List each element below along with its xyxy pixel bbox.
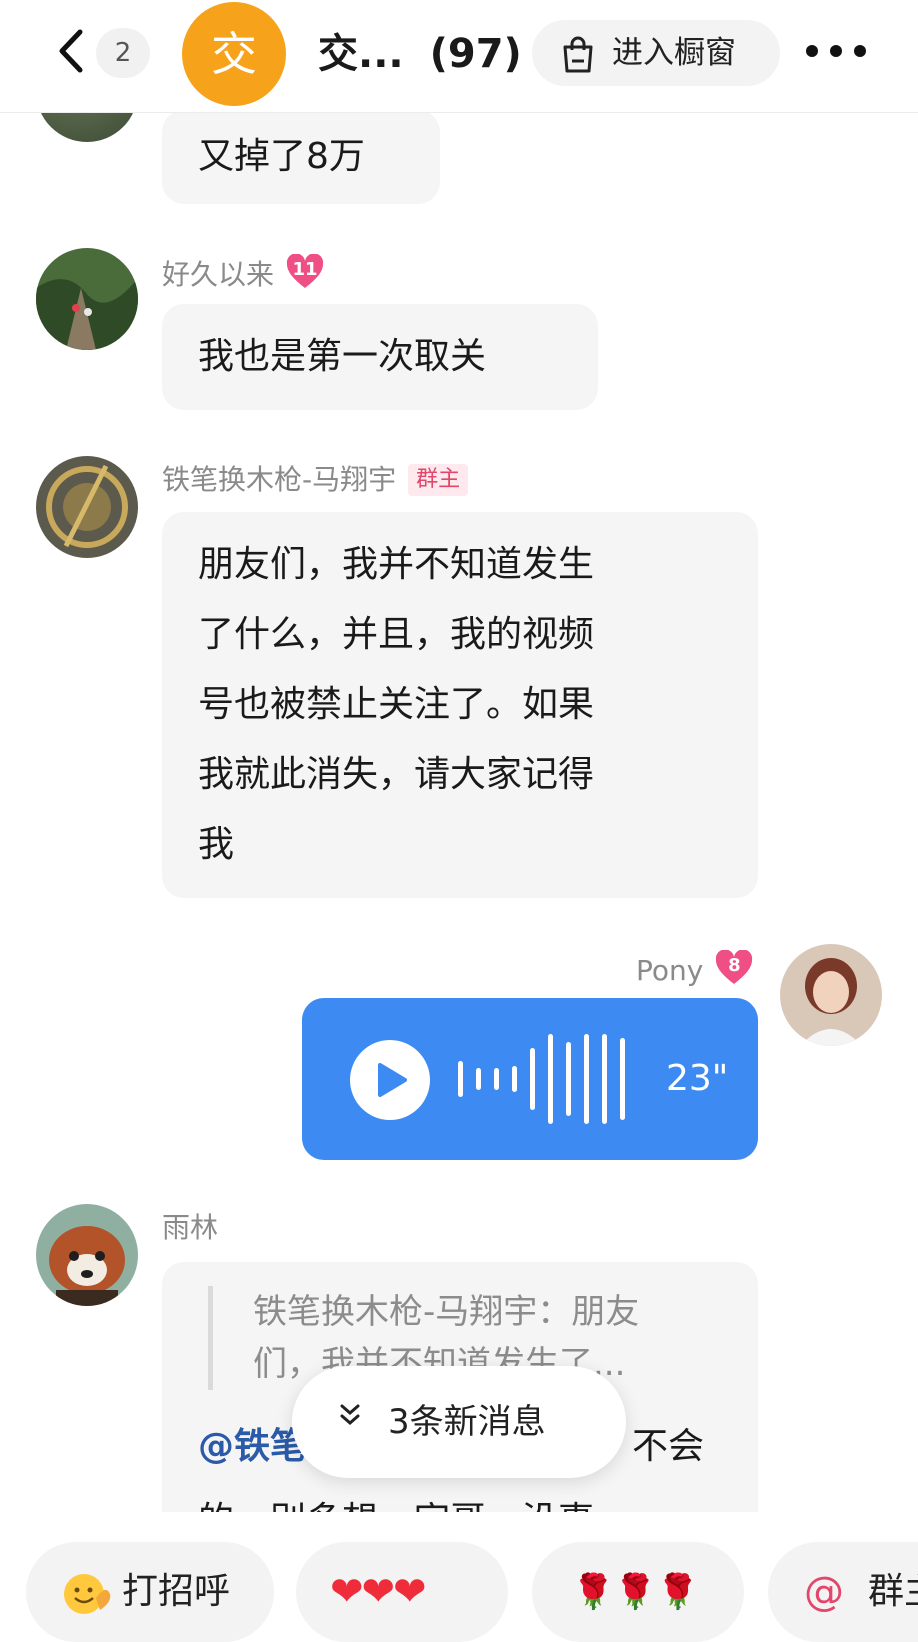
voice-waveform [458,1034,638,1124]
message-text: 我也是第一次取关 [198,336,487,377]
mention[interactable]: @铁笔 [198,1426,306,1467]
group-name: 交... [318,31,404,77]
avatar-image [36,456,138,558]
quote-line: 铁笔换木枪-马翔宇：朋友 [253,1292,640,1332]
avatar[interactable] [36,1204,138,1306]
quick-reply-label: 🌹🌹🌹 [572,1572,700,1612]
voice-duration: 23" [666,1058,729,1099]
new-messages-button[interactable]: 3条新消息 [292,1366,626,1478]
member-count: (97) [429,31,522,77]
group-owner-tag: 群主 [408,464,469,496]
reply-line-2: 的，别多想，宇哥，没事 [198,1486,594,1512]
reply-tail: 不会 [632,1426,705,1467]
avatar[interactable] [36,456,138,558]
group-avatar[interactable]: 交 [182,2,286,106]
unread-count-badge[interactable]: 2 [96,28,150,78]
at-icon: @ [804,1569,844,1615]
message-line: 我就此消失，请大家记得 [198,754,595,795]
quick-reply-label: ❤❤❤ [330,1569,427,1615]
enter-showcase-label: 进入橱窗 [612,35,736,71]
message-line: 号也被禁止关注了。如果 [198,684,595,725]
chat-header: 2 交 交... (97) 进入橱窗 [0,0,918,113]
chevron-down-icon [340,1404,360,1425]
sender-name[interactable]: Pony [636,954,703,987]
message-line: 朋友们，我并不知道发生 [198,544,595,585]
quick-reply-greet[interactable]: 打招呼 [26,1542,274,1642]
level-number: 8 [728,955,741,976]
avatar-image [36,248,138,350]
new-messages-label: 3条新消息 [388,1402,546,1442]
quick-reply-hearts[interactable]: ❤❤❤ [296,1542,508,1642]
avatar-image [780,944,882,1046]
quick-reply-label: 打招呼 [122,1571,231,1612]
level-heart-badge: 8 [715,949,753,986]
sender-name-row: 雨林 [162,1210,218,1246]
group-title[interactable]: 交... (97) [318,26,522,82]
sender-name[interactable]: 铁笔换木枪-马翔宇 [162,463,396,496]
avatar[interactable] [36,248,138,350]
quick-reply-label: 群主 [868,1571,918,1612]
avatar[interactable] [780,944,882,1046]
more-dots-icon[interactable] [804,36,868,66]
voice-message-bubble[interactable]: 23" [302,998,758,1160]
message-bubble[interactable]: 朋友们，我并不知道发生 了什么，并且，我的视频 号也被禁止关注了。如果 我就此消… [162,512,758,898]
quick-reply-roses[interactable]: 🌹🌹🌹 [532,1542,744,1642]
sender-name-row: 铁笔换木枪-马翔宇 群主 [162,462,469,498]
sender-name[interactable]: 好久以来 [162,258,274,291]
sender-name-row: Pony 8 [636,949,753,989]
back-chevron-icon[interactable] [52,26,92,76]
enter-showcase-button[interactable]: 进入橱窗 [532,20,780,86]
message-bubble[interactable]: 又掉了8万 [162,110,440,204]
avatar-image [36,1204,138,1306]
message-bubble[interactable]: 我也是第一次取关 [162,304,598,410]
message-line: 我 [198,824,235,865]
quick-reply-mention-owner[interactable]: @ 群主 [768,1542,918,1642]
message-line: 了什么，并且，我的视频 [198,614,595,655]
wave-hand-icon [64,1574,111,1614]
level-number: 11 [292,259,318,280]
play-icon[interactable] [350,1040,430,1120]
sender-name-row: 好久以来 11 [162,253,324,293]
shop-bag-icon [563,36,593,73]
sender-name[interactable]: 雨林 [162,1211,218,1244]
quick-reply-bar: 打招呼 ❤❤❤ 🌹🌹🌹 @ 群主 [0,1512,918,1642]
level-heart-badge: 11 [286,253,324,290]
message-text: 又掉了8万 [198,136,365,177]
